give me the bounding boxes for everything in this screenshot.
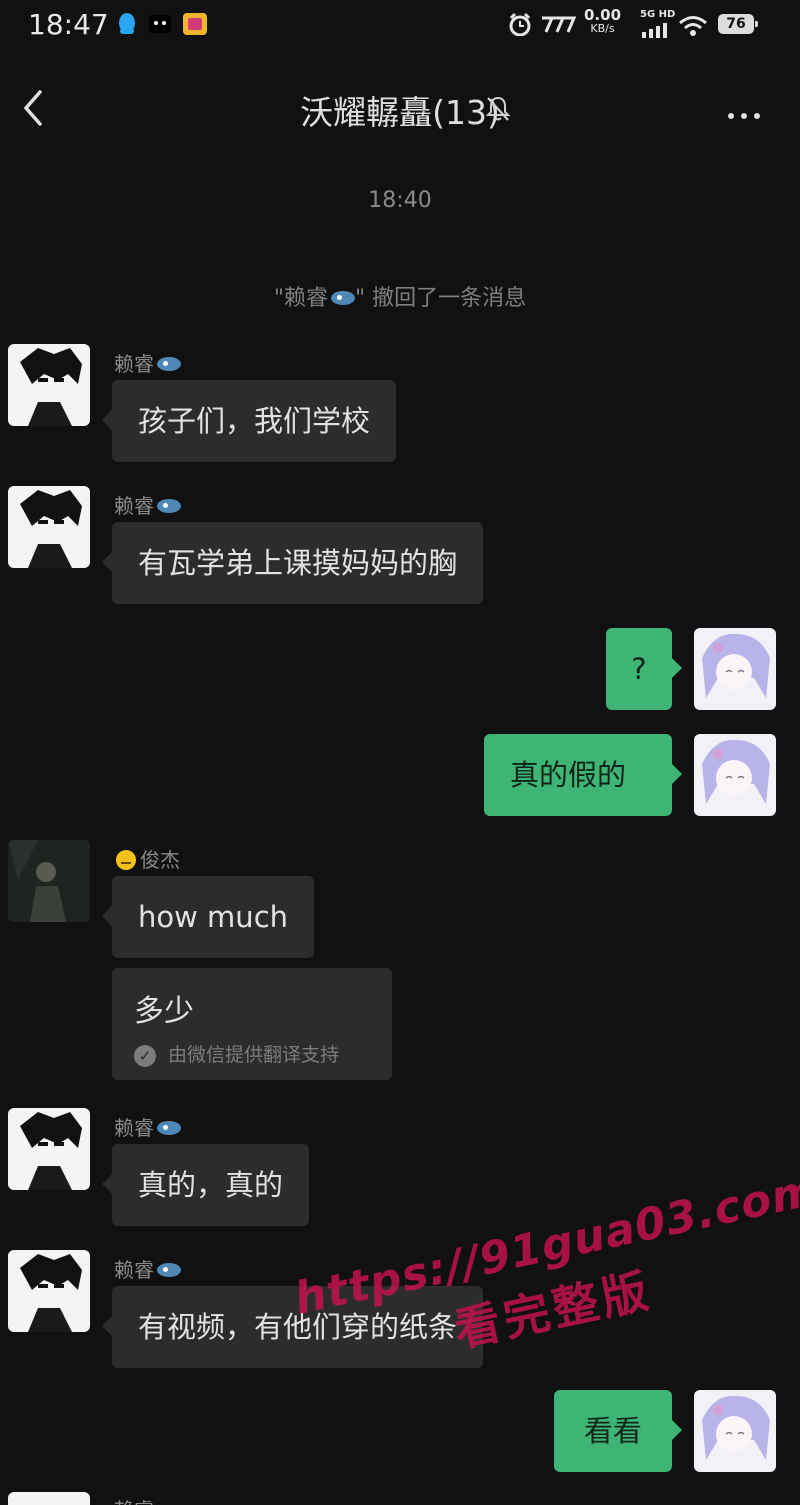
wifi-icon <box>679 16 707 36</box>
avatar[interactable] <box>8 1492 90 1505</box>
anime-boy-avatar-icon <box>20 1254 82 1332</box>
alarm-icon <box>509 12 531 36</box>
network-speed: 0.00 KB/s <box>584 6 622 36</box>
anime-boy-avatar-icon <box>20 348 82 426</box>
status-time: 18:47 <box>28 8 109 41</box>
signal-icon <box>642 23 667 38</box>
my-avatar[interactable] <box>694 628 776 710</box>
message-bubble-self[interactable]: 看看 <box>554 1390 682 1472</box>
translation-card[interactable]: 多少 ✓ 由微信提供翻译支持 <box>112 968 392 1080</box>
fish-emoji-icon <box>157 357 181 371</box>
anime-girl-avatar-icon <box>702 1395 770 1460</box>
fish-emoji-icon <box>157 1263 181 1277</box>
status-bar: 18:47 0.00 KB/s 5G HD 76 <box>0 0 800 50</box>
app-notification-icon <box>149 15 171 33</box>
my-avatar[interactable] <box>694 1390 776 1472</box>
anime-girl-avatar-icon <box>702 739 770 804</box>
sender-name: 赖睿 <box>114 1254 181 1283</box>
battery-indicator: 76 <box>718 14 758 34</box>
fish-emoji-icon <box>331 291 355 305</box>
anime-boy-avatar-icon <box>20 1112 82 1190</box>
fish-emoji-icon <box>157 499 181 513</box>
chat-timestamp: 18:40 <box>368 188 432 213</box>
chat-header: 沃耀轏矗(13) <box>0 70 800 150</box>
message-bubble[interactable]: how much <box>101 876 315 958</box>
message-bubble[interactable]: 真的，真的 <box>101 1144 310 1226</box>
anime-boy-avatar-icon <box>20 490 82 568</box>
neutral-face-emoji-icon <box>116 850 136 870</box>
message-bubble[interactable]: 孩子们，我们学校 <box>101 380 397 462</box>
dark-figure-avatar-icon <box>8 840 90 922</box>
message-bubble[interactable]: 有瓦学弟上课摸妈妈的胸 <box>101 522 484 604</box>
mute-bell-icon <box>485 96 511 121</box>
recall-notice-suffix: " 撤回了一条消息 <box>355 286 527 311</box>
avatar[interactable] <box>8 840 90 922</box>
chat-title: 沃耀轏矗(13) <box>300 93 500 132</box>
recall-notice: "赖睿 " 撤回了一条消息 <box>0 280 800 312</box>
sender-name: 赖睿 <box>114 1112 181 1141</box>
avatar[interactable] <box>8 344 90 426</box>
message-bubble-self[interactable]: ? <box>606 628 682 710</box>
avatar[interactable] <box>8 1108 90 1190</box>
avatar[interactable] <box>8 1250 90 1332</box>
network-type: 5G HD <box>640 9 676 20</box>
sender-name: 赖睿 <box>114 1494 154 1505</box>
more-options-button[interactable] <box>721 104 760 123</box>
anime-girl-avatar-icon <box>702 633 770 698</box>
watermark: https://91gua03.com 看完整版 <box>290 1164 800 1392</box>
sender-name: 俊杰 <box>116 844 180 873</box>
fish-emoji-icon <box>157 1121 181 1135</box>
message-bubble-self[interactable]: 真的假的 <box>484 734 682 816</box>
my-avatar[interactable] <box>694 734 776 816</box>
qq-icon <box>119 13 135 34</box>
sender-name: 赖睿 <box>114 490 181 519</box>
check-circle-icon: ✓ <box>134 1044 156 1067</box>
translation-note: ✓ 由微信提供翻译支持 <box>134 1040 370 1067</box>
game-app-icon <box>183 13 207 35</box>
translation-text: 多少 <box>134 994 194 1029</box>
carrier-logo-icon <box>542 16 576 33</box>
avatar[interactable] <box>8 486 90 568</box>
recall-notice-prefix: "赖睿 <box>273 286 328 311</box>
sender-name: 赖睿 <box>114 348 181 377</box>
